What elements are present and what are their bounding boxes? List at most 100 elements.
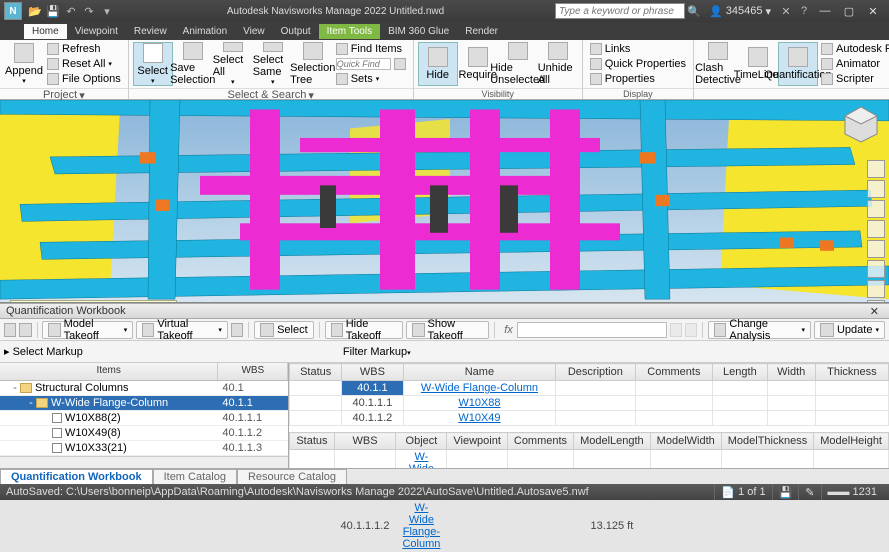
quick-properties-button[interactable]: Quick Properties — [587, 57, 689, 71]
nav-fly-icon[interactable] — [867, 280, 885, 298]
nav-pan-icon[interactable] — [867, 180, 885, 198]
tree-scrollbar[interactable] — [0, 456, 288, 468]
reset-all-button[interactable]: Reset All▾ — [44, 57, 124, 71]
app-logo[interactable]: N — [4, 2, 22, 20]
grid-col[interactable]: Comments — [507, 433, 573, 450]
tab-resource-catalog[interactable]: Resource Catalog — [237, 469, 347, 484]
grid-col[interactable]: ModelHeight — [814, 433, 889, 450]
tab-quant-workbook[interactable]: Quantification Workbook — [0, 469, 153, 484]
tab-bim360[interactable]: BIM 360 Glue — [380, 24, 457, 39]
change-analysis-button[interactable]: Change Analysis▾ — [708, 321, 811, 339]
quantification-button[interactable]: Quantification — [778, 42, 818, 86]
unhide-all-button[interactable]: Unhide All — [538, 42, 578, 86]
tree-row[interactable]: -Structural Columns40.1 — [0, 381, 288, 396]
grid-col[interactable]: Comments — [635, 364, 712, 381]
clash-detective-button[interactable]: Clash Detective — [698, 42, 738, 86]
grid-col[interactable]: Object — [396, 433, 447, 450]
grid-col[interactable]: Status — [290, 364, 342, 381]
exchange-icon[interactable]: ✕ — [778, 3, 794, 19]
home-icon[interactable] — [4, 323, 16, 337]
nav-wheel-icon[interactable] — [867, 160, 885, 178]
save-selection-button[interactable]: Save Selection — [173, 42, 213, 86]
grid-col[interactable]: ModelWidth — [650, 433, 721, 450]
grid-col[interactable]: Status — [290, 433, 334, 450]
model-takeoff-button[interactable]: Model Takeoff▾ — [42, 321, 133, 339]
tab-item-tools[interactable]: Item Tools — [319, 24, 380, 39]
grid-col[interactable]: Description — [556, 364, 636, 381]
update-button[interactable]: Update▾ — [814, 321, 885, 339]
append-button[interactable]: Append▾ — [4, 42, 44, 86]
nav-walk-icon[interactable] — [867, 260, 885, 278]
qat-undo-icon[interactable]: ↶ — [63, 3, 79, 19]
virtual-takeoff-button[interactable]: Virtual Takeoff▾ — [136, 321, 228, 339]
grid-col[interactable]: ModelLength — [574, 433, 651, 450]
refresh-button[interactable]: Refresh — [44, 42, 124, 56]
grid-row[interactable]: 40.1.1.1.2W-Wide Flange-Column13.125 ft — [290, 501, 889, 552]
tab-render[interactable]: Render — [457, 24, 506, 39]
nav-select-icon[interactable] — [867, 300, 885, 302]
items-grid[interactable]: StatusWBSNameDescriptionCommentsLengthWi… — [289, 363, 889, 426]
close-icon[interactable]: ✕ — [861, 4, 885, 18]
select-same-button[interactable]: Select Same▾ — [253, 42, 293, 86]
view-cube[interactable] — [841, 104, 881, 144]
maximize-icon[interactable]: ▢ — [837, 4, 861, 18]
grid-col[interactable]: WBS — [334, 433, 396, 450]
tree-row[interactable]: -W-Wide Flange-Column40.1.1 — [0, 396, 288, 411]
nav-look-icon[interactable] — [867, 240, 885, 258]
grid-col[interactable]: Thickness — [815, 364, 888, 381]
tab-output[interactable]: Output — [273, 24, 319, 39]
tab-animation[interactable]: Animation — [175, 24, 235, 39]
tree-row[interactable]: W10X49(8)40.1.1.2 — [0, 426, 288, 441]
tree-row[interactable]: W10X33(21)40.1.1.3 — [0, 441, 288, 456]
3d-viewport[interactable]: F.8(1):10(-2) : F.C. @ Level 3 (-28) — [0, 100, 889, 302]
qat-open-icon[interactable]: 📂 — [27, 3, 43, 19]
grid-col[interactable]: Length — [713, 364, 768, 381]
grid-col[interactable]: ModelThickness — [721, 433, 813, 450]
quick-find-input[interactable] — [333, 57, 409, 71]
grid-col[interactable]: Width — [767, 364, 815, 381]
autodesk-rendering-button[interactable]: Autodesk Rendering — [818, 42, 889, 56]
animator-button[interactable]: Animator — [818, 57, 889, 71]
select-button[interactable]: Select▾ — [133, 42, 173, 86]
qat-dropdown-icon[interactable]: ▾ — [99, 3, 115, 19]
grid-col[interactable]: WBS — [342, 364, 404, 381]
help-icon[interactable]: ? — [796, 3, 812, 19]
grid-row[interactable]: 40.1.1W-Wide Flange-Column — [290, 381, 889, 396]
grid-col[interactable]: Name — [403, 364, 555, 381]
nav-orbit-icon[interactable] — [867, 220, 885, 238]
tab-viewpoint[interactable]: Viewpoint — [67, 24, 126, 39]
select-all-button[interactable]: Select All▾ — [213, 42, 253, 86]
help-search-input[interactable] — [555, 3, 685, 19]
hide-takeoff-button[interactable]: Hide Takeoff — [325, 321, 404, 339]
minimize-icon[interactable]: — — [813, 4, 837, 18]
tab-item-catalog[interactable]: Item Catalog — [153, 469, 237, 484]
hide-button[interactable]: Hide — [418, 42, 458, 86]
sets-button[interactable]: Sets▾ — [333, 72, 409, 86]
col-wbs[interactable]: WBS — [218, 363, 288, 380]
scripter-button[interactable]: Scripter — [818, 72, 889, 86]
selection-tree-button[interactable]: Selection Tree — [293, 42, 333, 86]
tree-row[interactable]: W10X88(2)40.1.1.1 — [0, 411, 288, 426]
select-button2[interactable]: Select — [254, 321, 314, 339]
infocenter-icon[interactable]: 🔍 — [686, 3, 702, 19]
back-icon[interactable] — [19, 323, 31, 337]
properties-button[interactable]: Properties — [587, 72, 689, 86]
tab-home[interactable]: Home — [24, 24, 67, 39]
panel-close-icon[interactable]: ✕ — [866, 305, 883, 318]
formula-input[interactable] — [517, 322, 667, 338]
grid-row[interactable]: 40.1.1.2W10X49 — [290, 411, 889, 426]
file-options-button[interactable]: File Options — [44, 72, 124, 86]
hide-unselected-button[interactable]: Hide Unselected — [498, 42, 538, 86]
grid-col[interactable]: Viewpoint — [447, 433, 508, 450]
grid-row[interactable]: 40.1.1.1W10X88 — [290, 396, 889, 411]
show-takeoff-button[interactable]: Show Takeoff — [406, 321, 489, 339]
col-items[interactable]: Items — [0, 363, 218, 380]
qat-redo-icon[interactable]: ↷ — [81, 3, 97, 19]
find-items-button[interactable]: Find Items — [333, 42, 409, 56]
user-account[interactable]: 👤345465▾ — [709, 5, 771, 18]
tab-view[interactable]: View — [235, 24, 273, 39]
nav-zoom-icon[interactable] — [867, 200, 885, 218]
qat-save-icon[interactable]: 💾 — [45, 3, 61, 19]
tab-review[interactable]: Review — [126, 24, 175, 39]
options-icon[interactable] — [231, 323, 243, 337]
